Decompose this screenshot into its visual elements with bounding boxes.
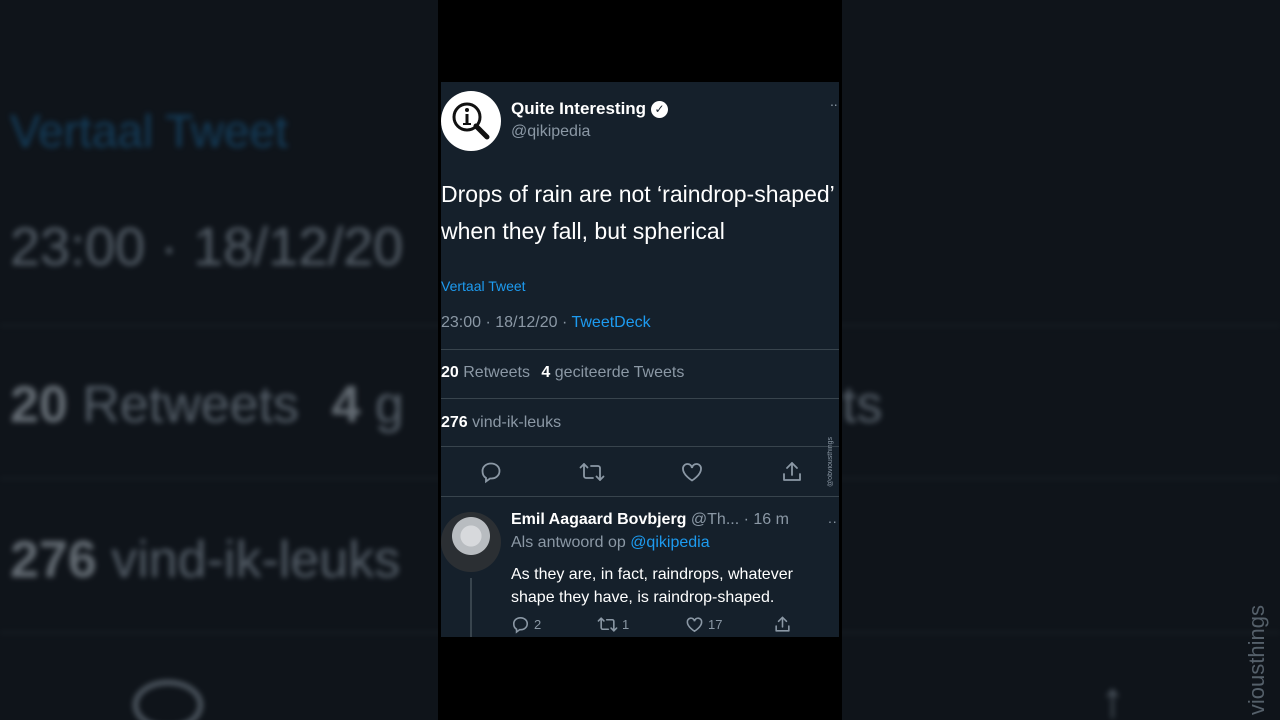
author-avatar[interactable] [441, 91, 501, 151]
share-icon [783, 462, 801, 481]
like-button[interactable] [677, 457, 707, 487]
author-handle[interactable]: @qikipedia [511, 123, 590, 141]
retweet-stats: 20 Retweets 4 geciteerde Tweets [441, 364, 684, 382]
reply-action-bar: 2 1 17 [511, 615, 811, 637]
bg-translate-text: Vertaal Tweet [10, 105, 288, 157]
bg-time-text: 23:00 · 18/12/20 [10, 217, 404, 277]
reply-author-name[interactable]: Emil Aagaard Bovbjerg [511, 511, 686, 528]
tweet-source-link[interactable]: TweetDeck [571, 314, 650, 331]
verified-badge-icon: ✓ [651, 100, 669, 118]
reply-time: · 16 m [743, 511, 789, 528]
bg-retweets-text: 20 Retweets 4 g [10, 376, 404, 434]
tweet-action-bar [441, 457, 839, 487]
reply-share-button[interactable] [773, 615, 792, 634]
reply-author-handle[interactable]: @Th... [691, 511, 739, 528]
reply-count: 2 [534, 617, 542, 632]
likes-label: vind-ik-leuks [472, 414, 562, 431]
retweet-icon [597, 617, 618, 632]
tweet-time-text: 23:00 · 18/12/20 · [441, 314, 572, 331]
retweet-icon [579, 463, 605, 481]
reply-more-options-icon[interactable]: ·· [828, 513, 837, 529]
qi-logo-icon [452, 102, 490, 140]
likes-count: 276 [441, 414, 468, 431]
divider [441, 446, 839, 447]
author-name-text[interactable]: Quite Interesting [511, 99, 646, 119]
reply-reply-button[interactable]: 2 [511, 615, 541, 634]
translate-tweet-link[interactable]: Vertaal Tweet [441, 278, 526, 294]
retweets-label: Retweets [463, 364, 530, 381]
more-options-icon[interactable]: ·· [830, 96, 838, 112]
tweet-text: Drops of rain are not ‘raindrop-shaped’ … [441, 181, 834, 244]
divider [441, 496, 839, 497]
reply-text: As they are, in fact, raindrops, whateve… [511, 566, 793, 606]
replying-to-label: Als antwoord op [511, 534, 626, 551]
like-count: 17 [708, 617, 723, 632]
reply-retweet-button[interactable]: 1 [597, 615, 629, 634]
bg-share-icon: ↑ [1100, 672, 1125, 720]
quotes-stat[interactable]: 4 geciteerde Tweets [541, 364, 684, 381]
reply-icon [512, 616, 529, 634]
reply-author-avatar[interactable] [441, 512, 501, 572]
retweets-count: 20 [441, 364, 459, 381]
tweet-timestamp: 23:00 · 18/12/20 · TweetDeck [441, 314, 651, 332]
share-button[interactable] [777, 457, 807, 487]
like-icon [682, 463, 702, 482]
quotes-label: geciteerde Tweets [554, 364, 685, 381]
bg-reply-icon [133, 680, 203, 720]
reply-author-line: Emil Aagaard Bovbjerg @Th... · 16 m [511, 511, 789, 529]
divider [441, 349, 839, 350]
retweet-button[interactable] [577, 457, 607, 487]
bg-right-fragment: ts [842, 376, 883, 434]
retweets-stat[interactable]: 20 Retweets [441, 364, 530, 381]
tweet-card: Quite Interesting ✓ @qikipedia ·· Drops … [441, 82, 839, 637]
author-name[interactable]: Quite Interesting ✓ [511, 99, 669, 119]
reply-icon [481, 462, 501, 484]
quotes-count: 4 [541, 364, 551, 381]
replying-to: Als antwoord op @qikipedia [511, 534, 710, 552]
bg-likes-text: 276 vind-ik-leuks [10, 531, 401, 589]
reply-like-button[interactable]: 17 [685, 615, 722, 634]
bg-watermark: viousthings [1244, 605, 1269, 716]
replying-to-mention[interactable]: @qikipedia [630, 534, 709, 551]
share-icon [775, 616, 790, 632]
divider [441, 398, 839, 399]
watermark-text: @obviousthings [827, 437, 834, 487]
thread-line [470, 578, 472, 637]
likes-stat[interactable]: 276 vind-ik-leuks [441, 414, 561, 432]
reply-button[interactable] [476, 457, 506, 487]
like-icon [686, 617, 703, 633]
retweet-count: 1 [622, 617, 630, 632]
